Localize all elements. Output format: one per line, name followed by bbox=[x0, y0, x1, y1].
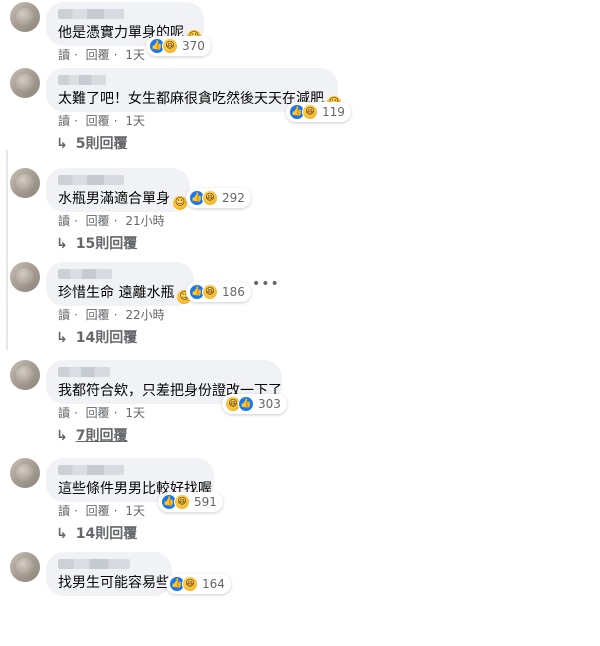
read-link[interactable]: 讀 bbox=[58, 114, 70, 128]
reaction-count: 119 bbox=[322, 105, 345, 119]
reply-arrow-icon: ↳ bbox=[56, 526, 68, 542]
reaction-summary[interactable]: 👍 😆 591 bbox=[158, 492, 223, 512]
comment-actions: 讀 · 回覆 · 1天 bbox=[58, 114, 145, 128]
reply-link[interactable]: 回覆 bbox=[86, 406, 110, 420]
more-horizontal-icon[interactable]: ••• bbox=[252, 276, 280, 292]
haha-icon: 😆 bbox=[174, 494, 190, 510]
comment-actions: 讀 · 回覆 · 1天 bbox=[58, 48, 145, 62]
reply-arrow-icon: ↳ bbox=[56, 236, 68, 252]
avatar[interactable] bbox=[10, 68, 40, 98]
avatar[interactable] bbox=[10, 2, 40, 32]
timestamp[interactable]: 21小時 bbox=[125, 214, 164, 228]
reply-link[interactable]: 回覆 bbox=[86, 48, 110, 62]
reaction-summary[interactable]: 😆 👍 303 bbox=[222, 394, 287, 414]
haha-icon: 😆 bbox=[162, 38, 178, 54]
avatar[interactable] bbox=[10, 262, 40, 292]
reply-arrow-icon: ↳ bbox=[56, 428, 68, 444]
haha-icon: 😆 bbox=[182, 576, 198, 592]
timestamp[interactable]: 1天 bbox=[125, 114, 145, 128]
read-link[interactable]: 讀 bbox=[58, 504, 70, 518]
comment-actions: 讀 · 回覆 · 21小時 bbox=[58, 214, 165, 228]
comment-text: 水瓶男滿適合單身 ☺ bbox=[58, 191, 187, 210]
reply-arrow-icon: ↳ bbox=[56, 330, 68, 346]
reaction-count: 370 bbox=[182, 39, 205, 53]
comment: 太難了吧！女生都麻很貪吃然後天天在減肥☺ 👍 😆 119 讀· 回覆· 1天 ↳… bbox=[0, 66, 600, 162]
comment-bubble: 找男生可能容易些 bbox=[46, 552, 172, 596]
timestamp[interactable]: 1天 bbox=[125, 504, 145, 518]
view-replies-link[interactable]: ↳ 15則回覆 bbox=[56, 233, 137, 253]
comment-actions: 讀 · 回覆 · 1天 bbox=[58, 406, 145, 420]
reaction-summary[interactable]: 👍 😆 186 bbox=[186, 282, 251, 302]
comment: 我都符合欸，只差把身份證改一下了 😆 👍 303 讀 · 回覆 · 1天 ↳ 7則回覆 bbox=[0, 358, 600, 454]
reaction-count: 164 bbox=[202, 577, 225, 591]
author-name-blurred[interactable] bbox=[58, 175, 124, 185]
comment: 水瓶男滿適合單身 ☺ 👍 😆 292 讀 · 回覆 · 21小時 ↳ 15則回覆 bbox=[0, 166, 600, 262]
read-link[interactable]: 讀 bbox=[58, 308, 70, 322]
read-link[interactable]: 讀 bbox=[58, 214, 70, 228]
haha-icon: 😆 bbox=[202, 284, 218, 300]
like-icon: 👍 bbox=[238, 396, 254, 412]
timestamp[interactable]: 22小時 bbox=[125, 308, 164, 322]
reaction-summary[interactable]: 👍 😆 119 bbox=[286, 102, 351, 122]
comment-actions: 讀 · 回覆 · 1天 bbox=[58, 504, 145, 518]
haha-icon: 😆 bbox=[302, 104, 318, 120]
reply-link[interactable]: 回覆 bbox=[86, 114, 110, 128]
reaction-summary[interactable]: 👍 😆 370 bbox=[146, 36, 211, 56]
timestamp[interactable]: 1天 bbox=[125, 48, 145, 62]
author-name-blurred[interactable] bbox=[58, 465, 124, 475]
comment-text: 珍惜生命 遠離水瓶 ☺ bbox=[58, 285, 192, 304]
laugh-emoji-icon: ☺ bbox=[173, 196, 187, 210]
author-name-blurred[interactable] bbox=[58, 9, 124, 19]
comment-actions: 讀 · 回覆 · 22小時 bbox=[58, 308, 165, 322]
avatar[interactable] bbox=[10, 168, 40, 198]
comment-bubble: 珍惜生命 遠離水瓶 ☺ bbox=[46, 262, 194, 306]
read-link[interactable]: 讀 bbox=[58, 406, 70, 420]
reaction-count: 292 bbox=[222, 191, 245, 205]
reaction-count: 303 bbox=[258, 397, 281, 411]
reply-link[interactable]: 回覆 bbox=[86, 214, 110, 228]
reply-link[interactable]: 回覆 bbox=[86, 504, 110, 518]
timestamp[interactable]: 1天 bbox=[125, 406, 145, 420]
comment: 找男生可能容易些 👍 😆 164 bbox=[0, 550, 600, 646]
comment-bubble: 水瓶男滿適合單身 ☺ bbox=[46, 168, 190, 212]
reply-arrow-icon: ↳ bbox=[56, 136, 68, 152]
reaction-summary[interactable]: 👍 😆 292 bbox=[186, 188, 251, 208]
reaction-count: 186 bbox=[222, 285, 245, 299]
reaction-count: 591 bbox=[194, 495, 217, 509]
avatar[interactable] bbox=[10, 360, 40, 390]
author-name-blurred[interactable] bbox=[58, 367, 110, 377]
view-replies-link[interactable]: ↳ 14則回覆 bbox=[56, 327, 137, 347]
comment: 這些條件男男比較好找喔 👍 😆 591 讀 · 回覆 · 1天 ↳ 14則回覆 bbox=[0, 456, 600, 552]
comment: 珍惜生命 遠離水瓶 ☺ 👍 😆 186 ••• 讀 · 回覆 · 22小時 ↳ 14則回… bbox=[0, 260, 600, 356]
view-replies-link[interactable]: ↳ 5則回覆 bbox=[56, 133, 127, 153]
author-name-blurred[interactable] bbox=[58, 269, 112, 279]
avatar[interactable] bbox=[10, 552, 40, 582]
author-name-blurred[interactable] bbox=[58, 75, 106, 85]
view-replies-link[interactable]: ↳ 7則回覆 bbox=[56, 425, 127, 445]
haha-icon: 😆 bbox=[202, 190, 218, 206]
read-link[interactable]: 讀 bbox=[58, 48, 70, 62]
reaction-summary[interactable]: 👍 😆 164 bbox=[166, 574, 231, 594]
avatar[interactable] bbox=[10, 458, 40, 488]
view-replies-link[interactable]: ↳ 14則回覆 bbox=[56, 523, 137, 543]
reply-link[interactable]: 回覆 bbox=[86, 308, 110, 322]
comment-text: 找男生可能容易些 bbox=[58, 575, 170, 591]
author-name-blurred[interactable] bbox=[58, 559, 130, 569]
